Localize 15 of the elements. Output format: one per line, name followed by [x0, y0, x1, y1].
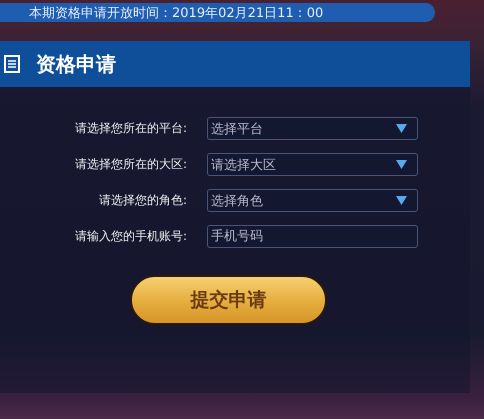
field-label: 请选择您所在的大区:	[74, 156, 187, 173]
field-label: 请输入您的手机账号:	[74, 228, 187, 245]
panel-title: 资格申请	[36, 50, 116, 78]
field-label: 请选择您的角色:	[98, 192, 187, 209]
notice-text: 本期资格申请开放时间：2019年02月21日11：00	[29, 4, 324, 22]
select-field[interactable]: 选择角色	[207, 189, 418, 212]
select-field[interactable]: 请选择大区	[207, 153, 418, 176]
list-icon	[4, 55, 20, 73]
input-field[interactable]: 手机号码	[207, 225, 418, 248]
submit-button[interactable]: 提交申请	[130, 275, 327, 325]
caret-icon	[396, 160, 407, 169]
caret-icon	[396, 196, 407, 205]
field-label: 请选择您所在的平台:	[74, 120, 187, 137]
caret-icon	[396, 124, 407, 133]
select-field[interactable]: 选择平台	[207, 117, 418, 140]
